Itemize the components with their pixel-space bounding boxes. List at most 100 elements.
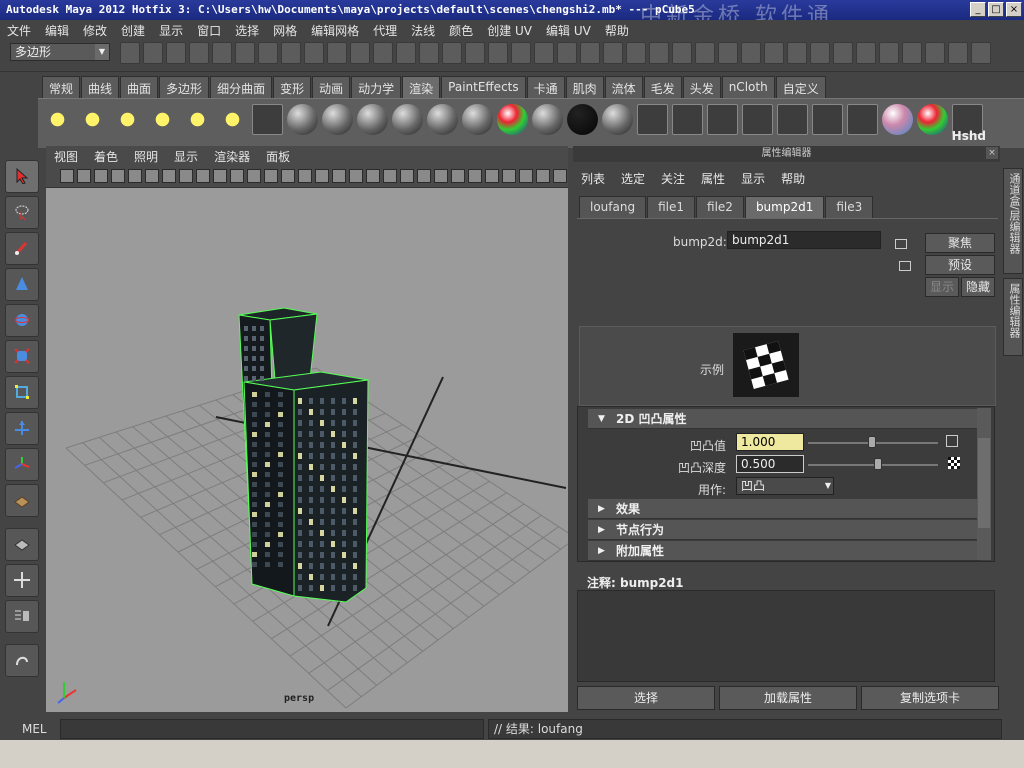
status-line-tool-icon[interactable]: [626, 42, 646, 64]
viewport-menu-item[interactable]: 视图: [46, 146, 86, 166]
lasso-tool-button[interactable]: [5, 196, 39, 229]
copy-tab-button[interactable]: 复制选项卡: [861, 686, 999, 710]
shelf-tool-icon[interactable]: [847, 104, 878, 135]
ae-tab[interactable]: file1: [647, 196, 696, 218]
ae-menu-item[interactable]: 帮助: [773, 170, 813, 187]
shelf-tool-icon[interactable]: [217, 104, 248, 135]
shelf-tool-icon[interactable]: [672, 104, 703, 135]
shelf-tab[interactable]: 常规: [42, 76, 81, 98]
viewport-tool-icon[interactable]: [145, 169, 159, 183]
four-pane-layout-button[interactable]: [5, 564, 39, 597]
status-line-tool-icon[interactable]: [143, 42, 163, 64]
status-line-tool-icon[interactable]: [212, 42, 232, 64]
status-line-tool-icon[interactable]: [258, 42, 278, 64]
menu-item[interactable]: 显示: [152, 20, 190, 40]
viewport-tool-icon[interactable]: [349, 169, 363, 183]
shelf-tab[interactable]: 动力学: [351, 76, 402, 98]
close-button[interactable]: ×: [1006, 2, 1022, 17]
soft-mod-tool-button[interactable]: [5, 412, 39, 445]
shelf-tool-icon[interactable]: [77, 104, 108, 135]
bump-value-field[interactable]: 1.000: [736, 433, 804, 451]
scene-view[interactable]: [46, 188, 568, 712]
shelf-tool-icon[interactable]: [427, 104, 458, 135]
viewport-tool-icon[interactable]: [281, 169, 295, 183]
status-line-tool-icon[interactable]: [350, 42, 370, 64]
move-tool-button[interactable]: [5, 268, 39, 301]
viewport-tool-icon[interactable]: [298, 169, 312, 183]
shelf-tool-icon[interactable]: [707, 104, 738, 135]
viewport-tool-icon[interactable]: [417, 169, 431, 183]
rotate-tool-button[interactable]: [5, 304, 39, 337]
building-wide[interactable]: [243, 371, 369, 603]
shelf-tab[interactable]: 曲线: [81, 76, 120, 98]
section-2d-bump-attributes[interactable]: ▼ 2D 凹凸属性: [588, 409, 980, 429]
shelf-tool-icon[interactable]: [567, 104, 598, 135]
shelf-tool-icon[interactable]: [742, 104, 773, 135]
shelf-tool-icon[interactable]: [777, 104, 808, 135]
shelf-tab[interactable]: 流体: [604, 76, 643, 98]
shelf-tool-icon[interactable]: [147, 104, 178, 135]
status-line-tool-icon[interactable]: [810, 42, 830, 64]
viewport-tool-icon[interactable]: [196, 169, 210, 183]
section-extra-attributes[interactable]: ▶ 附加属性: [588, 541, 980, 561]
status-line-tool-icon[interactable]: [235, 42, 255, 64]
paint-tool-button[interactable]: [5, 232, 39, 265]
ae-tab[interactable]: loufang: [579, 196, 647, 218]
status-line-tool-icon[interactable]: [166, 42, 186, 64]
shelf-tab[interactable]: 曲面: [120, 76, 159, 98]
status-line-tool-icon[interactable]: [833, 42, 853, 64]
viewport-tool-icon[interactable]: [434, 169, 448, 183]
bump-depth-slider-knob[interactable]: [874, 458, 882, 470]
viewport-tool-icon[interactable]: [128, 169, 142, 183]
ae-menu-item[interactable]: 属性: [693, 170, 733, 187]
menu-item[interactable]: 网格: [266, 20, 304, 40]
viewport-menu-item[interactable]: 着色: [86, 146, 126, 166]
shelf-tool-icon[interactable]: [112, 104, 143, 135]
select-tool-button[interactable]: [5, 160, 39, 193]
select-button[interactable]: 选择: [577, 686, 715, 710]
bump-value-map-icon[interactable]: [946, 435, 958, 447]
shelf-tab[interactable]: 自定义: [775, 76, 826, 98]
menu-item[interactable]: 创建 UV: [480, 20, 539, 40]
section-effects[interactable]: ▶ 效果: [588, 499, 980, 519]
scrollbar-thumb[interactable]: [978, 438, 990, 528]
status-line-tool-icon[interactable]: [511, 42, 531, 64]
status-line-tool-icon[interactable]: [856, 42, 876, 64]
viewport-tool-icon[interactable]: [179, 169, 193, 183]
viewport-tool-icon[interactable]: [536, 169, 550, 183]
shelf-tab[interactable]: 卡通: [526, 76, 565, 98]
status-line-tool-icon[interactable]: [971, 42, 991, 64]
shelf-tool-icon[interactable]: [252, 104, 283, 135]
viewport-tool-icon[interactable]: [111, 169, 125, 183]
shelf-tab[interactable]: 变形: [273, 76, 312, 98]
shelf-tab[interactable]: 头发: [682, 76, 721, 98]
shelf-tool-icon[interactable]: [637, 104, 668, 135]
menu-item[interactable]: 编辑 UV: [539, 20, 598, 40]
input-connection-icon[interactable]: [895, 239, 907, 249]
viewport-menu-item[interactable]: 照明: [126, 146, 166, 166]
ae-tab[interactable]: bump2d1: [744, 196, 825, 218]
menu-item[interactable]: 编辑: [38, 20, 76, 40]
status-line-tool-icon[interactable]: [764, 42, 784, 64]
status-line-tool-icon[interactable]: [419, 42, 439, 64]
shelf-tool-icon[interactable]: [287, 104, 318, 135]
status-line-tool-icon[interactable]: [281, 42, 301, 64]
viewport-tool-icon[interactable]: [451, 169, 465, 183]
single-pane-layout-button[interactable]: [5, 528, 39, 561]
shelf-tab[interactable]: 肌肉: [565, 76, 604, 98]
viewport-tool-icon[interactable]: [553, 169, 567, 183]
status-line-tool-icon[interactable]: [396, 42, 416, 64]
bump-depth-slider[interactable]: [808, 464, 938, 466]
close-icon[interactable]: ×: [986, 147, 998, 159]
node-name-field[interactable]: bump2d1: [727, 231, 881, 249]
shelf-tool-icon[interactable]: [602, 104, 633, 135]
status-line-tool-icon[interactable]: [695, 42, 715, 64]
menu-item[interactable]: 帮助: [598, 20, 636, 40]
menu-item[interactable]: 颜色: [442, 20, 480, 40]
maximize-button[interactable]: □: [988, 2, 1004, 17]
bump-value-slider-knob[interactable]: [868, 436, 876, 448]
attribute-scrollbar[interactable]: [977, 408, 991, 560]
use-as-dropdown[interactable]: 凹凸 ▼: [736, 477, 834, 495]
status-line-tool-icon[interactable]: [925, 42, 945, 64]
output-connection-icon[interactable]: [899, 261, 911, 271]
